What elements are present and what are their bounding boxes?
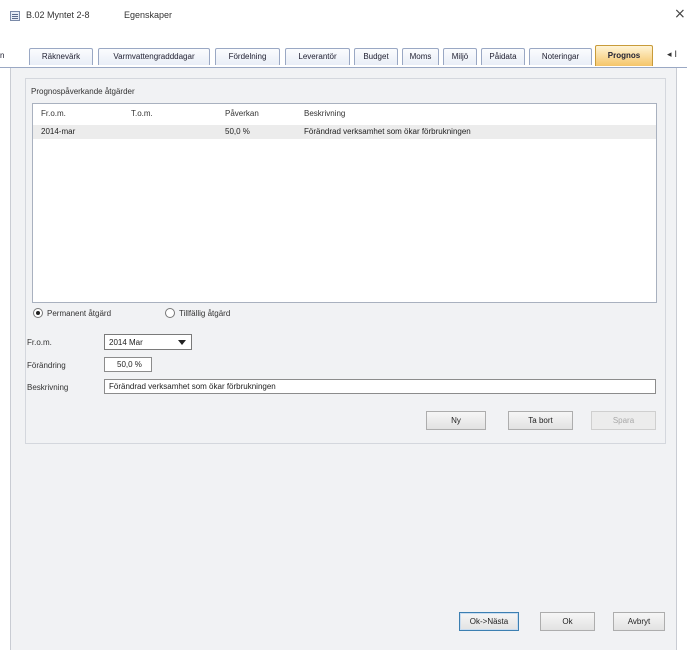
tab-scroll-left-icon[interactable]: ◂ I xyxy=(667,50,677,60)
tab-fordelning[interactable]: Fördelning xyxy=(215,48,280,65)
tab-budget[interactable]: Budget xyxy=(354,48,398,65)
delete-button[interactable]: Ta bort xyxy=(508,411,573,430)
column-to[interactable]: T.o.m. xyxy=(131,109,153,118)
change-label: Förändring xyxy=(27,361,66,370)
change-field[interactable]: 50,0 % xyxy=(104,357,152,372)
prognos-panel: Prognospåverkande åtgärder Fr.o.m. T.o.m… xyxy=(10,68,677,650)
cell-impact: 50,0 % xyxy=(225,127,250,136)
cell-from: 2014-mar xyxy=(41,127,76,136)
description-label: Beskrivning xyxy=(27,383,69,392)
table-row[interactable]: 2014-mar 50,0 % Förändrad verksamhet som… xyxy=(33,125,656,139)
chevron-down-icon[interactable] xyxy=(178,340,186,345)
ok-next-button[interactable]: Ok->Nästa xyxy=(459,612,519,631)
radio-temporary[interactable] xyxy=(165,308,175,318)
tab-strip: n Räknevärk Varmvattengradddagar Fördeln… xyxy=(0,42,687,67)
column-from[interactable]: Fr.o.m. xyxy=(41,109,66,118)
measures-list[interactable]: Fr.o.m. T.o.m. Påverkan Beskrivning 2014… xyxy=(32,103,657,303)
window-subtitle: Egenskaper xyxy=(124,10,173,20)
tab-prognos[interactable]: Prognos xyxy=(595,45,653,66)
column-impact[interactable]: Påverkan xyxy=(225,109,259,118)
radio-permanent[interactable] xyxy=(33,308,43,318)
change-value: 50,0 % xyxy=(117,360,142,369)
from-combo-value: 2014 Mar xyxy=(109,338,143,347)
column-description[interactable]: Beskrivning xyxy=(304,109,345,118)
tab-raknevark[interactable]: Räknevärk xyxy=(29,48,93,65)
radio-temporary-label[interactable]: Tillfällig åtgärd xyxy=(179,309,230,318)
tab-partial[interactable]: n xyxy=(0,51,4,60)
window-title: B.02 Myntet 2-8 xyxy=(26,10,90,20)
tab-paidata[interactable]: Påidata xyxy=(481,48,525,65)
tab-leverantor[interactable]: Leverantör xyxy=(285,48,350,65)
tab-noteringar[interactable]: Noteringar xyxy=(529,48,592,65)
radio-permanent-label[interactable]: Permanent åtgärd xyxy=(47,309,111,318)
save-button[interactable]: Spara xyxy=(591,411,656,430)
tab-moms[interactable]: Moms xyxy=(402,48,439,65)
description-field[interactable]: Förändrad verksamhet som ökar förbruknin… xyxy=(104,379,656,394)
from-label: Fr.o.m. xyxy=(27,338,52,347)
tab-miljo[interactable]: Miljö xyxy=(443,48,477,65)
list-header: Fr.o.m. T.o.m. Påverkan Beskrivning xyxy=(33,104,656,122)
close-icon[interactable]: × xyxy=(674,6,686,22)
cancel-button[interactable]: Avbryt xyxy=(613,612,665,631)
cell-description: Förändrad verksamhet som ökar förbruknin… xyxy=(304,127,471,136)
ok-button[interactable]: Ok xyxy=(540,612,595,631)
new-button[interactable]: Ny xyxy=(426,411,486,430)
description-value: Förändrad verksamhet som ökar förbruknin… xyxy=(109,382,276,391)
from-combo[interactable]: 2014 Mar xyxy=(104,334,192,350)
window-icon xyxy=(10,11,20,21)
title-bar: B.02 Myntet 2-8 Egenskaper × xyxy=(0,0,687,30)
tab-varmvatten[interactable]: Varmvattengradddagar xyxy=(98,48,210,65)
group-label: Prognospåverkande åtgärder xyxy=(31,87,135,96)
